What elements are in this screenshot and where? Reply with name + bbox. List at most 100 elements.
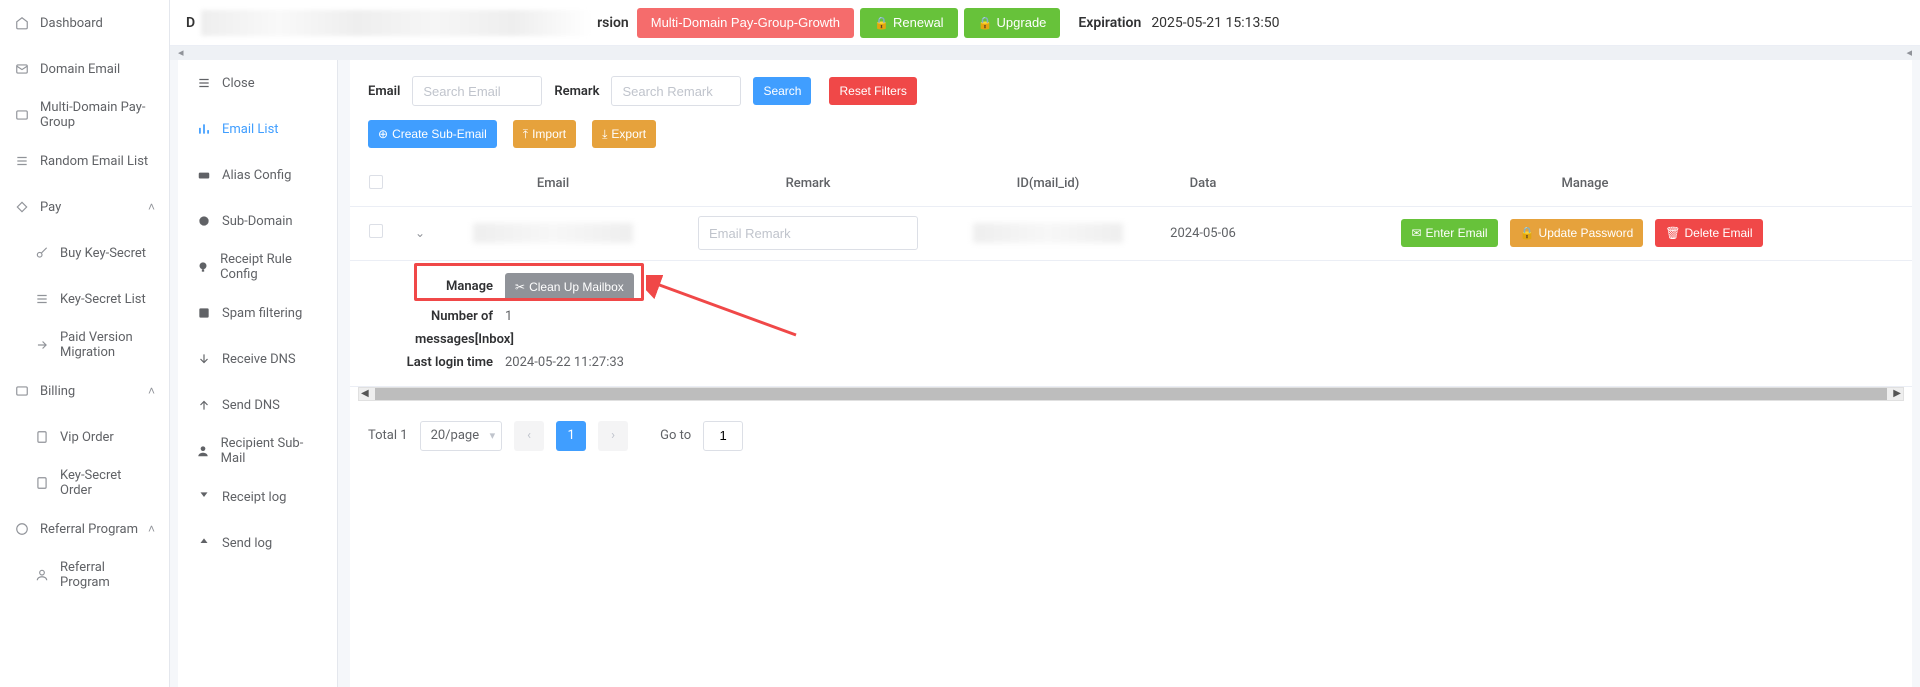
redacted-title	[201, 10, 591, 36]
row-date: 2024-05-06	[1148, 206, 1258, 260]
sub-item-recipient[interactable]: Recipient Sub-Mail	[178, 428, 337, 474]
alias-icon	[196, 168, 212, 182]
action-row: ⊕Create Sub-Email ⤒Import ⤓Export	[350, 106, 1912, 162]
filter-row: Email Remark Search Reset Filters	[350, 60, 1912, 106]
total-label: Total 1	[368, 428, 408, 443]
sidebar-label: Random Email List	[40, 154, 155, 169]
chevron-up-icon: ˄	[148, 522, 155, 536]
messages-inbox-label: messages[Inbox]	[350, 332, 505, 347]
download-icon	[196, 352, 212, 366]
email-filter-label: Email	[368, 84, 400, 99]
sub-item-send-log[interactable]: Send log	[178, 520, 337, 566]
sidebar-item-dashboard[interactable]: Dashboard	[0, 0, 169, 46]
page-title-prefix: D	[186, 15, 195, 31]
enter-email-button[interactable]: ✉Enter Email	[1401, 219, 1497, 247]
search-remark-input[interactable]	[611, 76, 741, 106]
scroll-right-icon[interactable]: ▶	[1891, 388, 1903, 399]
goto-page-input[interactable]	[703, 421, 743, 451]
upload-icon	[196, 398, 212, 412]
expand-row-icon[interactable]: ⌄	[415, 226, 425, 240]
delete-email-button[interactable]: 🗑Delete Email	[1655, 219, 1762, 247]
sub-label: Recipient Sub-Mail	[221, 436, 319, 466]
renewal-button[interactable]: 🔒Renewal	[860, 8, 958, 38]
sub-sidebar: Close Email List Alias Config Sub-Domain…	[178, 60, 338, 687]
sidebar-item-domain-email[interactable]: Domain Email	[0, 46, 169, 92]
key-icon	[34, 245, 50, 261]
email-remark-input[interactable]	[698, 216, 918, 250]
chevron-up-icon: ˄	[148, 200, 155, 214]
search-button[interactable]: Search	[753, 77, 811, 105]
sub-item-subdomain[interactable]: Sub-Domain	[178, 198, 337, 244]
clean-up-mailbox-button[interactable]: ✂Clean Up Mailbox	[505, 273, 634, 301]
collapse-right-icon[interactable]: ◂	[1906, 46, 1912, 59]
content: Email Remark Search Reset Filters ⊕Creat…	[350, 60, 1912, 687]
referral-icon	[14, 521, 30, 537]
sidebar-item-paid-migration[interactable]: Paid Version Migration	[0, 322, 169, 368]
page-number-button[interactable]: 1	[556, 421, 586, 451]
redacted-id	[973, 223, 1123, 243]
sub-item-receive-dns[interactable]: Receive DNS	[178, 336, 337, 382]
sidebar-item-random-email[interactable]: Random Email List	[0, 138, 169, 184]
export-button[interactable]: ⤓Export	[592, 120, 656, 148]
sub-item-receipt-log[interactable]: Receipt log	[178, 474, 337, 520]
scroll-track[interactable]	[375, 388, 1888, 400]
sidebar-item-buy-key[interactable]: Buy Key-Secret	[0, 230, 169, 276]
sidebar-item-referral[interactable]: Referral Program ˄	[0, 506, 169, 552]
sub-item-send-dns[interactable]: Send DNS	[178, 382, 337, 428]
expiration-label: Expiration	[1078, 15, 1141, 31]
col-id: ID(mail_id)	[948, 162, 1148, 206]
import-button[interactable]: ⤒Import	[513, 120, 576, 148]
sidebar-label: Vip Order	[60, 430, 155, 445]
mail-icon	[14, 61, 30, 77]
collapse-row: ◂ ◂	[170, 46, 1920, 60]
next-page-button[interactable]: ›	[598, 421, 628, 451]
sidebar-item-billing[interactable]: Billing ˄	[0, 368, 169, 414]
main-sidebar: Dashboard Domain Email Multi-Domain Pay-…	[0, 0, 170, 687]
collapse-left-icon[interactable]: ◂	[178, 46, 184, 59]
sidebar-label: Domain Email	[40, 62, 155, 77]
mail-icon: ✉	[1411, 226, 1421, 240]
row-checkbox[interactable]	[369, 224, 383, 238]
scissors-icon: ✂	[515, 280, 525, 294]
multi-domain-button[interactable]: Multi-Domain Pay-Group-Growth	[637, 8, 854, 38]
create-sub-email-button[interactable]: ⊕Create Sub-Email	[368, 120, 497, 148]
sub-item-receipt-rule[interactable]: Receipt Rule Config	[178, 244, 337, 290]
search-email-input[interactable]	[412, 76, 542, 106]
num-messages-label: Number of	[350, 309, 505, 324]
prev-page-button[interactable]: ‹	[514, 421, 544, 451]
home-icon	[14, 15, 30, 31]
close-icon	[196, 76, 212, 90]
per-page-select[interactable]: 20/page	[420, 421, 503, 451]
download-icon: ⤓	[602, 127, 607, 142]
sidebar-item-key-order[interactable]: Key-Secret Order	[0, 460, 169, 506]
sidebar-item-key-list[interactable]: Key-Secret List	[0, 276, 169, 322]
sub-item-alias[interactable]: Alias Config	[178, 152, 337, 198]
lock-icon: 🔒	[1520, 226, 1535, 240]
num-messages-value: 1	[505, 309, 512, 324]
sidebar-item-vip-order[interactable]: Vip Order	[0, 414, 169, 460]
sidebar-item-multi-domain[interactable]: Multi-Domain Pay-Group	[0, 92, 169, 138]
lock-icon: 🔒	[978, 16, 993, 30]
horizontal-scrollbar[interactable]: ◀ ▶	[358, 387, 1904, 401]
sidebar-label: Multi-Domain Pay-Group	[40, 100, 155, 130]
redacted-email	[473, 223, 633, 243]
chart-icon	[196, 122, 212, 136]
sidebar-item-pay[interactable]: Pay ˄	[0, 184, 169, 230]
sidebar-label: Dashboard	[40, 16, 155, 31]
upgrade-button[interactable]: 🔒Upgrade	[964, 8, 1061, 38]
sub-label: Receipt Rule Config	[220, 252, 319, 282]
sub-item-close[interactable]: Close	[178, 60, 337, 106]
page-title-suffix: rsion	[597, 15, 629, 31]
table-row: ⌄ 2024-05-06 ✉Enter Email 🔒Update Passwo…	[350, 206, 1912, 260]
reset-filters-button[interactable]: Reset Filters	[829, 77, 916, 105]
manage-label: Manage	[350, 279, 505, 294]
scroll-left-icon[interactable]: ◀	[359, 388, 371, 399]
col-data: Data	[1148, 162, 1258, 206]
update-password-button[interactable]: 🔒Update Password	[1510, 219, 1644, 247]
email-table: Email Remark ID(mail_id) Data Manage ⌄ 2…	[350, 162, 1912, 261]
select-all-checkbox[interactable]	[369, 175, 383, 189]
top-bar: D rsion Multi-Domain Pay-Group-Growth 🔒R…	[170, 0, 1920, 46]
sidebar-item-referral-sub[interactable]: Referral Program	[0, 552, 169, 598]
sub-item-email-list[interactable]: Email List	[178, 106, 337, 152]
sub-item-spam[interactable]: Spam filtering	[178, 290, 337, 336]
